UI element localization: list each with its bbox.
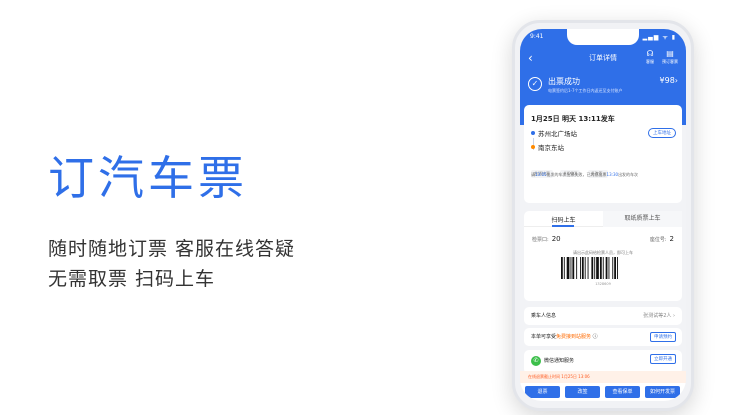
origin-dot-icon — [531, 131, 535, 135]
passenger-info-label: 乘车人信息 — [531, 313, 557, 319]
hero-tagline-1: 随时随地订票 客服在线答疑 — [48, 238, 296, 260]
refund-deadline-banner: 在线退票截止时间 1月25日 13:06 — [520, 371, 686, 383]
active-tab-indicator — [552, 225, 574, 227]
barcode-bar — [596, 257, 599, 279]
pickup-service-row: 本单可享受免费接到站服务 ⓘ 申请预约 — [524, 328, 682, 346]
customer-service-label: 客服 — [646, 59, 654, 64]
gate-value: 20 — [551, 235, 561, 243]
tab-scan-board[interactable]: 扫码上车 — [524, 215, 603, 224]
notice-text: 出发的车次 — [618, 172, 639, 177]
gate-info: 检票口: 20 — [532, 235, 561, 243]
notice-time-original: 13:05 — [535, 172, 547, 177]
passenger-info-row[interactable]: 乘车人信息 张测试等2人 › — [524, 307, 682, 325]
barcode-bar — [594, 257, 596, 279]
origin-station: 苏州北广场站 — [538, 130, 577, 138]
barcode-bar — [572, 257, 575, 279]
checkmark-icon: ✓ — [528, 77, 542, 91]
barcode-bar — [581, 257, 584, 279]
pickup-service-highlight: 免费接到站服务 — [556, 334, 592, 340]
trip-card: 1月25日 明天 13:11发车 苏州北广场站 南京东站 上车地址 普通快客 #… — [524, 105, 682, 203]
ticket-tabs: 扫码上车 取纸质票上车 — [524, 211, 682, 227]
hero-tagline-2: 无需取票 扫码上车 — [48, 268, 216, 290]
barcode-bar — [612, 257, 614, 279]
barcode-bar — [584, 257, 586, 279]
notice-text: 出发的车次出票失败，已为您出票 — [546, 172, 607, 177]
phone-notch — [567, 29, 639, 45]
price-chevron-icon: › — [674, 76, 678, 85]
hero-title: 订汽车票 — [48, 151, 248, 205]
order-price-value: ¥98 — [659, 76, 675, 85]
customer-service-button[interactable]: ☊ 客服 — [640, 49, 660, 65]
barcode-number: 1328609 — [595, 282, 611, 286]
boarding-barcode — [561, 257, 618, 279]
destination-dot-icon — [531, 145, 535, 149]
invoice-help-button[interactable]: 如何开发票 — [645, 386, 680, 398]
refund-button[interactable]: 退票 — [525, 386, 560, 398]
wechat-notify-label: 微信通知服务 — [544, 358, 575, 364]
apply-reservation-button[interactable]: 申请预约 — [650, 332, 676, 342]
boarding-address-button[interactable]: 上车地址 — [648, 128, 676, 138]
order-price[interactable]: ¥98› — [660, 76, 678, 85]
status-signal-icons: ▂▄▆ ᯤ ▮ — [642, 34, 676, 41]
departure-datetime: 1月25日 明天 13:11发车 — [531, 115, 615, 123]
seat-value: 2 — [669, 235, 674, 243]
barcode-bar — [614, 257, 616, 279]
phone-screen: 9:41 ▂▄▆ ᯤ ▮ ‹ 订单详情 ☊ 客服 ▤ 预订客票 ✓ 出票成功 ¥… — [520, 29, 686, 401]
change-ticket-button[interactable]: 改签 — [565, 386, 600, 398]
ticket-card: 扫码上车 取纸质票上车 检票口: 20 座位号: 2 请出示此码给检票人员，即可上车… — [524, 211, 682, 301]
document-icon: ▤ — [666, 49, 674, 58]
barcode-bar — [587, 257, 589, 279]
barcode-bar — [576, 257, 578, 279]
enable-wechat-button[interactable]: 立即开通 — [650, 354, 676, 364]
seat-label: 座位号: — [649, 237, 667, 243]
barcode-bar — [602, 257, 604, 279]
gate-label: 检票口: — [532, 237, 549, 243]
status-time: 9:41 — [530, 33, 544, 40]
rebook-button[interactable]: ▤ 预订客票 — [660, 49, 680, 65]
bottom-action-bar: 退票 改签 查看保单 如何开发票 — [520, 383, 686, 401]
barcode-bar — [617, 257, 618, 279]
view-policy-button[interactable]: 查看保单 — [605, 386, 640, 398]
wechat-icon: ✆ — [531, 356, 541, 366]
pickup-service-prefix: 本单可享受 — [531, 334, 557, 340]
rebook-label: 预订客票 — [662, 59, 678, 64]
barcode-bar — [563, 257, 565, 279]
barcode-bar — [599, 257, 602, 279]
reissue-notice: 请13:05出发的车次出票失败，已为您出票13:30出发的车次 — [531, 172, 679, 178]
barcode-bar — [608, 257, 610, 279]
phone-mockup: 9:41 ▂▄▆ ᯤ ▮ ‹ 订单详情 ☊ 客服 ▤ 预订客票 ✓ 出票成功 ¥… — [512, 20, 694, 411]
info-icon[interactable]: ⓘ — [593, 334, 598, 340]
ticket-status-title: 出票成功 — [548, 77, 580, 86]
tab-paper-ticket[interactable]: 取纸质票上车 — [603, 211, 682, 227]
pickup-service-text: 本单可享受免费接到站服务 ⓘ — [531, 333, 598, 340]
barcode-bar — [580, 257, 581, 279]
barcode-bar — [591, 257, 594, 279]
ticket-status-subtitle: 电票签约后1-7个工作日内返还至支付账户 — [548, 88, 623, 93]
barcode-bar — [570, 257, 572, 279]
headset-icon: ☊ — [646, 49, 654, 58]
barcode-bar — [605, 257, 608, 279]
barcode-bar — [566, 257, 570, 279]
passenger-info-value: 张测试等2人 › — [643, 313, 675, 319]
barcode-bar — [561, 257, 563, 279]
hero-section: 订汽车票 随时随地订票 客服在线答疑 无需取票 扫码上车 — [48, 150, 295, 292]
notice-time-new: 13:30 — [606, 172, 619, 177]
destination-station: 南京东站 — [538, 144, 564, 152]
seat-info: 座位号: 2 — [650, 235, 674, 243]
barcode-hint: 请出示此码给检票人员，即可上车 — [573, 250, 633, 255]
